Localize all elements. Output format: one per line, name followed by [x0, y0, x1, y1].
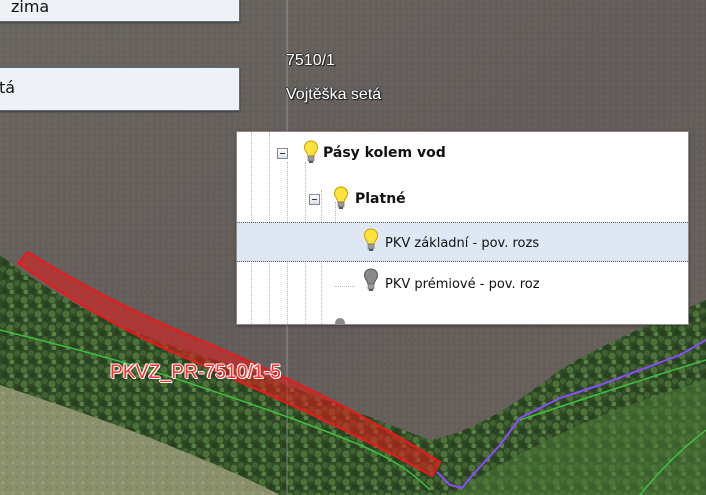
tree-row-pkv-premiove[interactable]: PKV prémiové - pov. roz	[237, 264, 688, 302]
info-box-top[interactable]: zima	[0, 0, 240, 22]
tree-label: PKV prémiové - pov. roz	[385, 277, 540, 292]
bulb-on-icon[interactable]	[363, 228, 379, 254]
partial-bulb-icon	[335, 318, 345, 324]
bulb-on-icon[interactable]	[333, 186, 349, 212]
info-box-top-text: zima	[11, 0, 50, 16]
collapse-icon[interactable]	[309, 194, 320, 205]
feature-label: PKVZ_PR-7510/1-5	[110, 362, 282, 383]
tree-label: PKV základní - pov. rozs	[385, 236, 540, 251]
tree-row-platne[interactable]: Platné	[237, 182, 688, 220]
bulb-off-icon[interactable]	[363, 268, 379, 294]
tree-row-pasy-kolem-vod[interactable]: Pásy kolem vod	[237, 136, 688, 174]
tree-label: Platné	[355, 191, 406, 207]
layer-tree-panel[interactable]: Pásy kolem vod Platné PKV základní - pov…	[236, 131, 689, 325]
bulb-on-icon[interactable]	[303, 140, 319, 166]
tree-label: Pásy kolem vod	[323, 145, 446, 161]
info-box-crop[interactable]: tá	[0, 67, 240, 111]
tree-row-pkv-zakladni[interactable]: PKV základní - pov. rozs	[237, 222, 688, 262]
info-box-crop-text: tá	[0, 78, 16, 97]
parcel-crop-label: Vojtěška setá	[286, 86, 382, 103]
parcel-id-label: 7510/1	[286, 52, 335, 69]
collapse-icon[interactable]	[277, 148, 288, 159]
